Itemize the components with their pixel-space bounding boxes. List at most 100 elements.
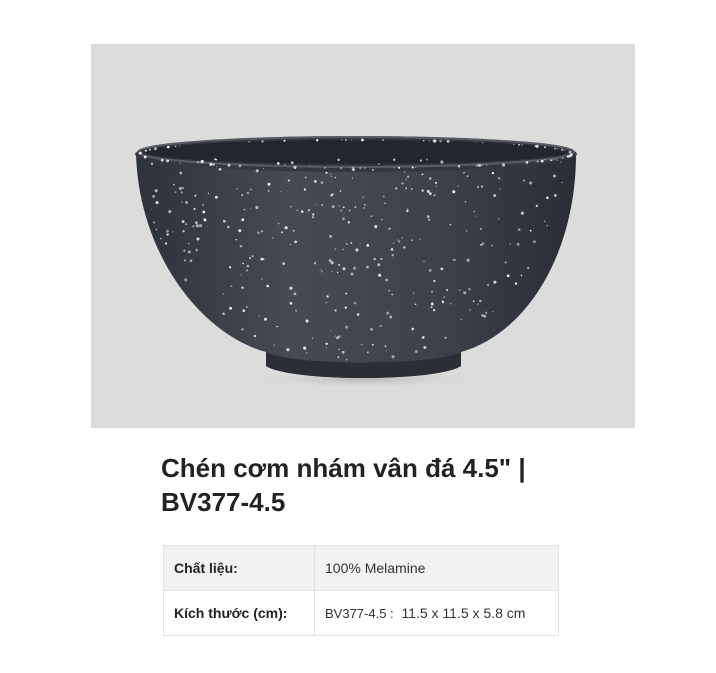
speckle xyxy=(155,228,158,231)
speckle xyxy=(398,166,401,169)
speckle xyxy=(560,161,562,163)
speckle xyxy=(255,169,259,173)
speckle xyxy=(320,181,324,184)
speckle xyxy=(290,161,294,165)
speckle xyxy=(463,291,467,295)
speckle xyxy=(411,327,415,331)
speckle xyxy=(356,313,360,316)
speckle xyxy=(303,346,307,350)
speckle xyxy=(514,282,518,285)
speckle xyxy=(432,308,436,312)
product-title: Chén cơm nhám vân đá 4.5" | BV377-4.5 xyxy=(161,453,526,517)
speckle xyxy=(362,196,364,198)
speckle xyxy=(172,231,174,233)
speckle xyxy=(429,140,431,142)
speckle xyxy=(197,160,200,164)
speckle xyxy=(498,177,501,180)
speckle xyxy=(246,264,250,268)
speckle xyxy=(353,301,357,305)
speckle xyxy=(324,167,326,169)
speckle xyxy=(311,216,315,219)
speckle xyxy=(397,239,399,241)
speckle xyxy=(476,185,480,189)
speckle xyxy=(506,274,510,278)
speckle xyxy=(427,218,431,221)
speckle xyxy=(193,207,196,211)
speckle xyxy=(336,271,339,274)
size-value-cell: BV377-4.5 : 11.5 x 11.5 x 5.8 cm xyxy=(314,590,559,636)
speckle xyxy=(305,352,308,354)
speckle xyxy=(248,141,250,143)
speckle xyxy=(423,345,427,349)
speckle xyxy=(173,183,175,186)
speckle xyxy=(337,158,340,162)
speckle xyxy=(423,140,425,142)
speckle xyxy=(385,350,387,352)
speckle xyxy=(214,195,218,199)
speckle xyxy=(228,266,232,269)
speckle xyxy=(382,139,385,142)
speckle xyxy=(426,158,428,161)
speckle xyxy=(459,289,461,292)
speckle xyxy=(320,269,322,271)
speckle xyxy=(478,164,481,167)
speckle xyxy=(486,283,490,287)
speckle xyxy=(383,195,385,198)
speckle xyxy=(342,206,345,209)
speckle xyxy=(475,164,479,167)
speckle xyxy=(377,263,381,267)
speckle xyxy=(406,210,409,213)
speckle xyxy=(192,225,195,228)
speckle xyxy=(249,208,251,210)
speckle xyxy=(411,166,414,169)
speckle xyxy=(345,292,348,295)
speckle xyxy=(331,271,333,273)
speckle xyxy=(188,242,190,245)
speckle xyxy=(249,257,252,259)
speckle xyxy=(426,189,430,193)
speckle xyxy=(371,343,374,346)
speckle xyxy=(491,244,493,247)
speckle xyxy=(262,167,264,170)
speckle xyxy=(341,350,345,354)
speckle xyxy=(485,164,488,166)
speckle xyxy=(271,237,274,239)
speckle xyxy=(199,224,203,228)
speckle xyxy=(241,218,245,222)
speckle xyxy=(312,337,314,339)
speckle xyxy=(325,302,327,304)
speckle xyxy=(330,173,332,176)
speckle xyxy=(345,139,347,141)
speckle xyxy=(325,347,327,349)
speckle xyxy=(479,227,482,230)
speckle xyxy=(366,351,369,354)
speckle xyxy=(253,334,257,338)
speckle xyxy=(405,178,407,181)
speckle xyxy=(293,292,297,296)
speckle xyxy=(454,259,456,261)
speckle xyxy=(304,176,307,179)
speckle xyxy=(196,237,200,241)
speckle xyxy=(342,267,346,271)
speckle xyxy=(350,272,354,276)
speckle xyxy=(529,181,533,185)
speckle xyxy=(183,259,186,262)
speckle xyxy=(411,239,413,242)
speckle xyxy=(509,243,511,245)
speckle xyxy=(264,317,267,321)
speckle xyxy=(181,186,184,190)
speckle xyxy=(331,205,335,209)
speckle xyxy=(391,355,395,359)
speckle xyxy=(167,145,170,149)
speckle xyxy=(554,158,556,160)
speckle xyxy=(556,159,558,161)
speckle xyxy=(393,167,395,169)
speckle xyxy=(381,218,383,221)
speckle xyxy=(386,311,390,315)
speckle xyxy=(501,163,506,167)
speckle xyxy=(202,203,205,206)
speckle xyxy=(364,204,366,206)
speckle xyxy=(518,143,521,146)
speckle xyxy=(174,191,177,194)
speckle xyxy=(334,309,337,312)
